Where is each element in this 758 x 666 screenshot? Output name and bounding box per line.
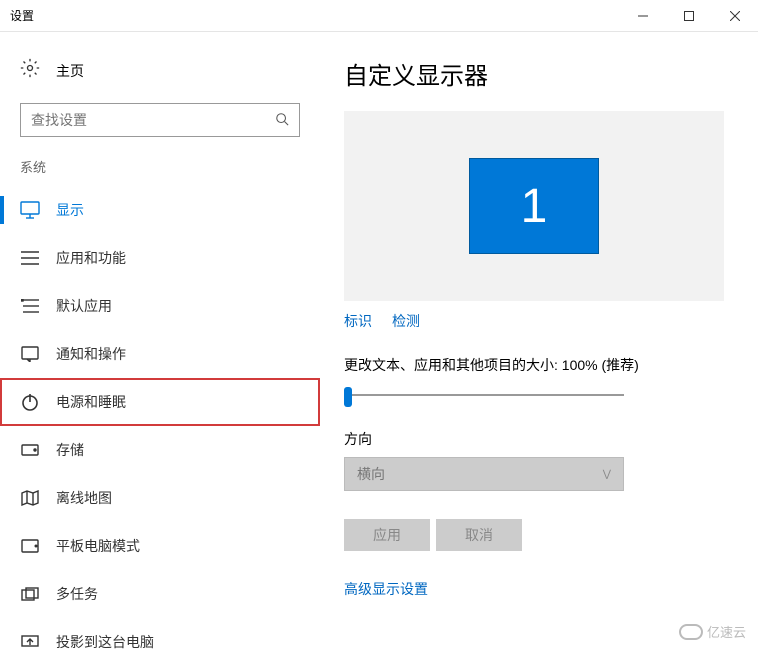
multitask-icon [20, 584, 40, 604]
chevron-down-icon: ⋁ [603, 469, 611, 480]
default-app-icon [20, 296, 40, 316]
sidebar-item-label: 投影到这台电脑 [56, 632, 154, 652]
detect-link[interactable]: 检测 [392, 311, 420, 331]
orientation-value: 横向 [357, 464, 385, 484]
sidebar-item-label: 显示 [56, 200, 84, 220]
sidebar-item-offline-maps[interactable]: 离线地图 [0, 474, 320, 522]
watermark-text: 亿速云 [707, 622, 746, 641]
tablet-icon [20, 536, 40, 556]
cancel-button[interactable]: 取消 [436, 519, 522, 551]
minimize-button[interactable] [620, 0, 666, 32]
project-icon [20, 632, 40, 652]
sidebar-item-project[interactable]: 投影到这台电脑 [0, 618, 320, 666]
category-label: 系统 [0, 157, 320, 186]
identify-link[interactable]: 标识 [344, 311, 372, 331]
watermark-icon [679, 624, 703, 640]
gear-icon [20, 58, 40, 83]
sidebar-item-multitask[interactable]: 多任务 [0, 570, 320, 618]
home-label: 主页 [56, 61, 84, 81]
search-input[interactable] [20, 103, 300, 137]
sidebar: 主页 系统 显示 应用和功能 默认应用 通知和操作 [0, 32, 320, 649]
page-title: 自定义显示器 [344, 56, 728, 91]
slider-track [344, 394, 624, 396]
apply-button[interactable]: 应用 [344, 519, 430, 551]
sidebar-item-label: 多任务 [56, 584, 98, 604]
search-field[interactable] [31, 112, 275, 128]
storage-icon [20, 440, 40, 460]
sidebar-item-label: 平板电脑模式 [56, 536, 140, 556]
list-icon [20, 248, 40, 268]
sidebar-item-label: 离线地图 [56, 488, 112, 508]
power-icon [20, 392, 40, 412]
monitor-arrangement[interactable]: 1 [344, 111, 724, 301]
orientation-dropdown[interactable]: 横向 ⋁ [344, 457, 624, 491]
scale-label: 更改文本、应用和其他项目的大小: 100% (推荐) [344, 355, 728, 375]
sidebar-item-power-sleep[interactable]: 电源和睡眠 [0, 378, 320, 426]
scale-slider[interactable] [344, 385, 624, 405]
sidebar-item-default-apps[interactable]: 默认应用 [0, 282, 320, 330]
sidebar-item-tablet-mode[interactable]: 平板电脑模式 [0, 522, 320, 570]
watermark: 亿速云 [679, 622, 746, 641]
sidebar-item-storage[interactable]: 存储 [0, 426, 320, 474]
search-icon [275, 112, 289, 129]
map-icon [20, 488, 40, 508]
orientation-label: 方向 [344, 429, 728, 449]
window-title: 设置 [10, 7, 34, 24]
slider-thumb[interactable] [344, 387, 352, 407]
sidebar-item-label: 默认应用 [56, 296, 112, 316]
maximize-button[interactable] [666, 0, 712, 32]
advanced-display-link[interactable]: 高级显示设置 [344, 579, 728, 599]
sidebar-item-notifications[interactable]: 通知和操作 [0, 330, 320, 378]
window-controls [620, 0, 758, 32]
monitor-icon [20, 200, 40, 220]
titlebar: 设置 [0, 0, 758, 32]
close-button[interactable] [712, 0, 758, 32]
monitor-number: 1 [521, 179, 548, 234]
sidebar-item-label: 通知和操作 [56, 344, 126, 364]
notification-icon [20, 344, 40, 364]
sidebar-item-label: 存储 [56, 440, 84, 460]
monitor-1[interactable]: 1 [469, 158, 599, 254]
main-panel: 自定义显示器 1 标识 检测 更改文本、应用和其他项目的大小: 100% (推荐… [320, 32, 758, 649]
sidebar-item-apps[interactable]: 应用和功能 [0, 234, 320, 282]
sidebar-item-label: 应用和功能 [56, 248, 126, 268]
sidebar-item-display[interactable]: 显示 [0, 186, 320, 234]
sidebar-item-label: 电源和睡眠 [56, 392, 126, 412]
home-button[interactable]: 主页 [0, 52, 320, 103]
